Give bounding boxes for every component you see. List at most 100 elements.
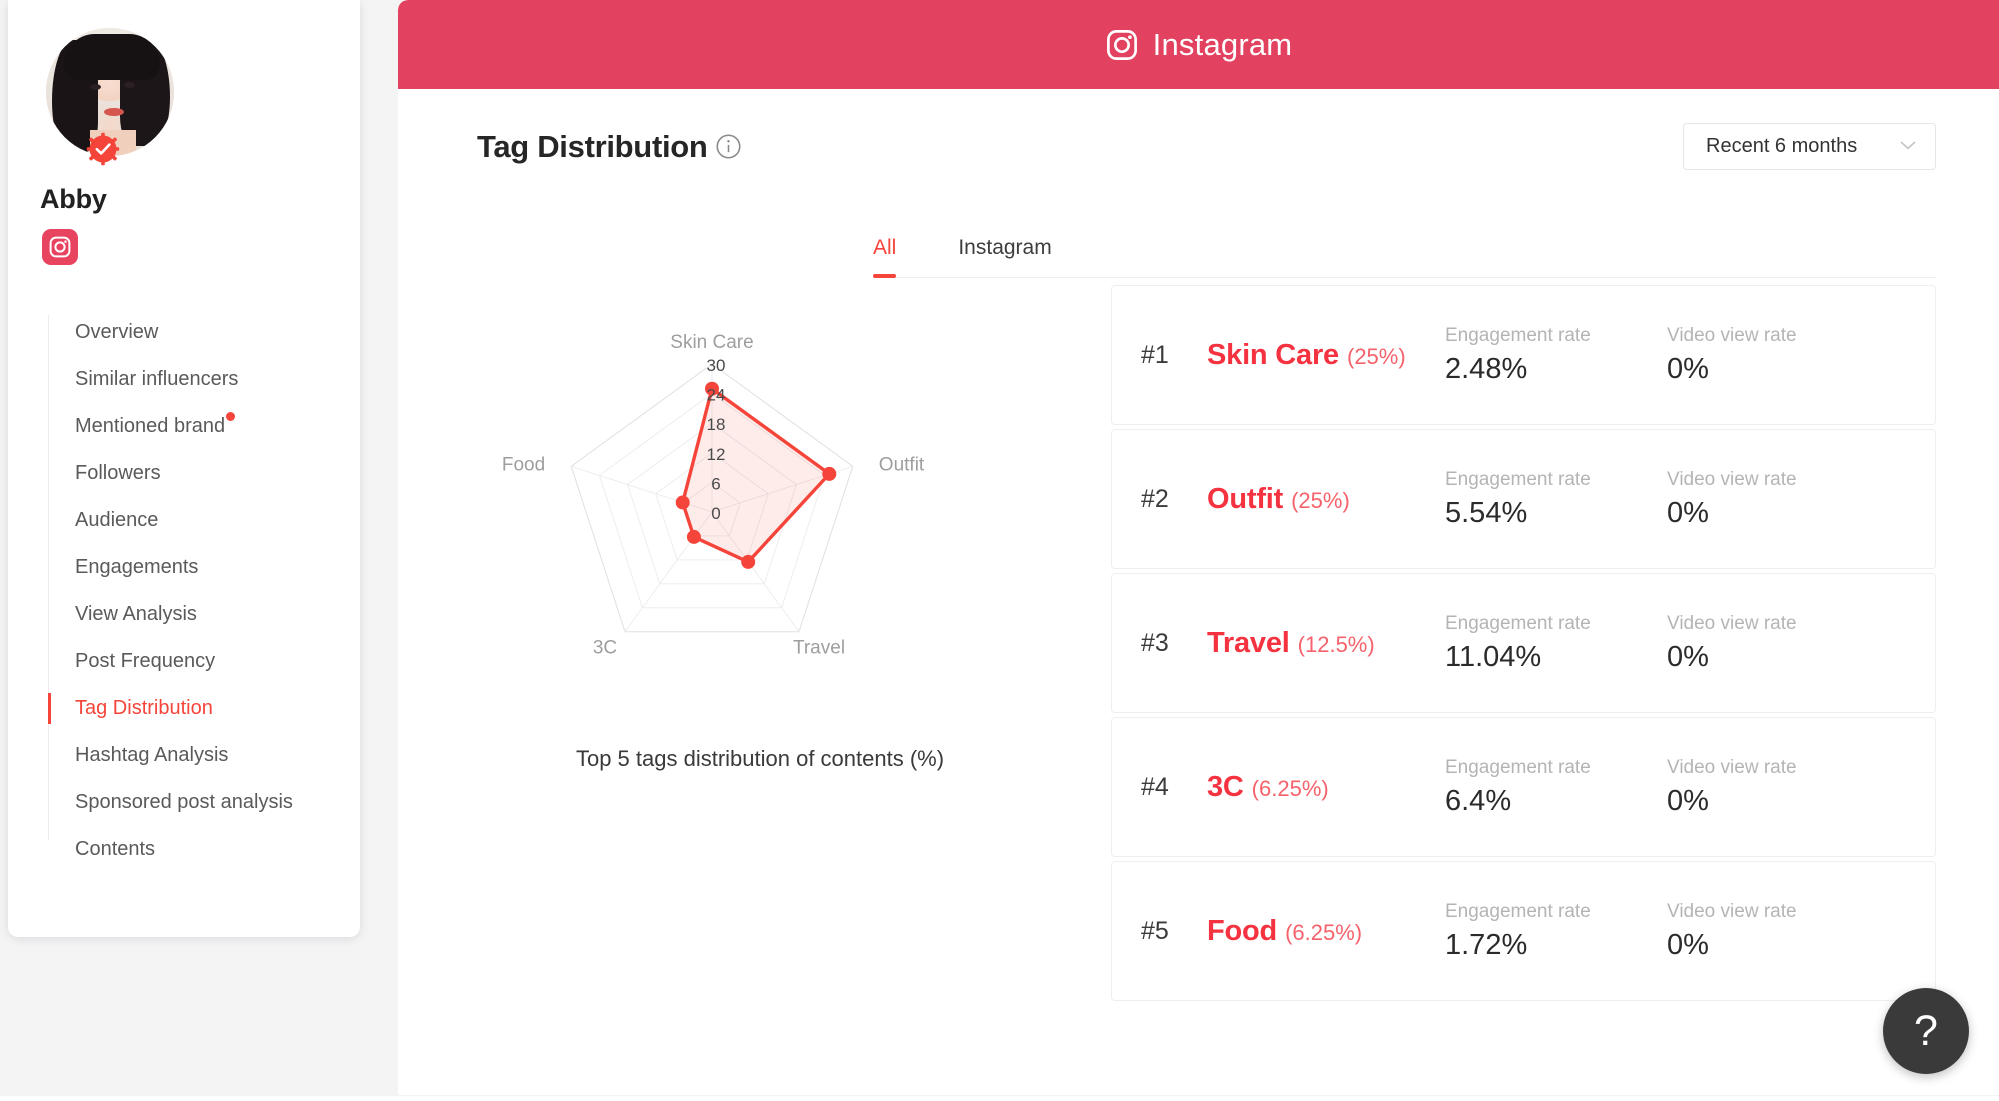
metric-value: 6.4%: [1445, 784, 1512, 817]
metric-label: Video view rate: [1667, 900, 1797, 922]
sidebar-nav: Overview Similar influencers Mentioned b…: [8, 309, 360, 873]
svg-text:24: 24: [707, 386, 726, 405]
engagement-rate-metric: Engagement rate 6.4%: [1445, 757, 1667, 818]
metric-value: 0%: [1667, 784, 1709, 817]
sidebar-item-label: Hashtag Analysis: [75, 744, 229, 766]
rank-label: #5: [1141, 916, 1169, 945]
tag-name: Skin Care: [1207, 338, 1339, 371]
tab-all[interactable]: All: [873, 236, 897, 278]
table-row[interactable]: #3 Travel (12.5%) Engagement rate 11.04%…: [1111, 573, 1936, 713]
bottom-rule: [0, 1096, 1999, 1101]
metric-label: Engagement rate: [1445, 756, 1591, 778]
metric-label: Video view rate: [1667, 612, 1797, 634]
platform-header-label: Instagram: [1152, 26, 1293, 62]
sidebar-item-sponsored-post-analysis[interactable]: Sponsored post analysis: [48, 779, 360, 826]
period-select-value: Recent 6 months: [1706, 135, 1858, 157]
tabs-wrap: All Instagram: [398, 236, 1999, 278]
tag-percent: (12.5%): [1297, 631, 1375, 657]
metric-value: 1.72%: [1445, 928, 1528, 961]
help-button[interactable]: ?: [1883, 988, 1969, 1074]
rank-label: #4: [1141, 772, 1169, 801]
tab-instagram[interactable]: Instagram: [958, 236, 1051, 277]
page-title: Tag Distribution: [477, 129, 742, 165]
sidebar-item-post-frequency[interactable]: Post Frequency: [48, 638, 360, 685]
sidebar-item-mentioned-brand[interactable]: Mentioned brand: [48, 403, 360, 450]
metric-label: Engagement rate: [1445, 324, 1591, 346]
tag-name: 3C: [1207, 770, 1244, 803]
tag-name: Food: [1207, 914, 1278, 947]
metric-value: 11.04%: [1445, 640, 1542, 673]
tabs: All Instagram: [873, 236, 1936, 278]
metric-value: 0%: [1667, 640, 1709, 673]
instagram-icon[interactable]: [42, 229, 78, 265]
sidebar-item-label: Followers: [75, 462, 161, 484]
sidebar-item-label: Similar influencers: [75, 368, 239, 390]
sidebar-item-engagements[interactable]: Engagements: [48, 544, 360, 591]
sidebar-item-followers[interactable]: Followers: [48, 450, 360, 497]
avatar-wrap: [46, 28, 174, 166]
sidebar-item-similar-influencers[interactable]: Similar influencers: [48, 356, 360, 403]
tag-percent: (6.25%): [1251, 775, 1329, 801]
svg-text:Outfit: Outfit: [879, 454, 925, 475]
sidebar-item-overview[interactable]: Overview: [48, 309, 360, 356]
tag-name-wrap: Skin Care (25%): [1207, 339, 1445, 372]
help-button-label: ?: [1914, 1006, 1938, 1055]
svg-text:Skin Care: Skin Care: [670, 332, 753, 353]
page-title-text: Tag Distribution: [477, 128, 708, 164]
table-row[interactable]: #2 Outfit (25%) Engagement rate 5.54% Vi…: [1111, 429, 1936, 569]
engagement-rate-metric: Engagement rate 1.72%: [1445, 901, 1667, 962]
period-select[interactable]: Recent 6 months: [1683, 123, 1936, 170]
svg-text:Food: Food: [502, 454, 545, 475]
metric-value: 5.54%: [1445, 496, 1528, 529]
metric-label: Video view rate: [1667, 756, 1797, 778]
sidebar-item-label: Engagements: [75, 556, 199, 578]
video-view-rate-metric: Video view rate 0%: [1667, 325, 1889, 386]
sidebar-item-label: Tag Distribution: [75, 697, 213, 719]
sidebar-item-label: Overview: [75, 321, 159, 343]
metric-value: 0%: [1667, 496, 1709, 529]
chart-caption: Top 5 tags distribution of contents (%): [575, 746, 945, 771]
title-row: Tag Distribution Recent 6 months: [398, 89, 1999, 170]
metric-label: Video view rate: [1667, 468, 1797, 490]
tag-name-wrap: 3C (6.25%): [1207, 771, 1445, 804]
tag-name-wrap: Travel (12.5%): [1207, 627, 1445, 660]
avatar-eye-left: [90, 84, 101, 90]
video-view-rate-metric: Video view rate 0%: [1667, 901, 1889, 962]
tag-name: Travel: [1207, 626, 1290, 659]
tag-percent: (25%): [1347, 343, 1406, 369]
sidebar-item-contents[interactable]: Contents: [48, 826, 360, 873]
sidebar-item-label: Mentioned brand: [75, 412, 236, 438]
rank-label: #1: [1141, 340, 1169, 369]
video-view-rate-metric: Video view rate 0%: [1667, 757, 1889, 818]
sidebar-item-label: Contents: [75, 838, 156, 860]
sidebar-item-view-analysis[interactable]: View Analysis: [48, 591, 360, 638]
sidebar-item-label: View Analysis: [75, 603, 197, 625]
video-view-rate-metric: Video view rate 0%: [1667, 469, 1889, 530]
svg-text:18: 18: [707, 415, 726, 434]
avatar-lips: [104, 108, 124, 116]
sidebar-item-hashtag-analysis[interactable]: Hashtag Analysis: [48, 732, 360, 779]
main-panel: Instagram Tag Distribution Recent 6 mont…: [398, 0, 1999, 1095]
instagram-icon: [1105, 28, 1139, 62]
tab-label: Instagram: [958, 236, 1052, 259]
rank-label: #3: [1141, 628, 1169, 657]
sidebar-item-label: Post Frequency: [75, 650, 216, 672]
table-row[interactable]: #5 Food (6.25%) Engagement rate 1.72% Vi…: [1111, 861, 1936, 1001]
info-circle-icon[interactable]: [715, 133, 742, 160]
engagement-rate-metric: Engagement rate 5.54%: [1445, 469, 1667, 530]
rank-label: #2: [1141, 484, 1169, 513]
radar-chart: 0 6 12 18 24 30 Skin Care Outfit Travel 3C Food: [440, 312, 1080, 712]
svg-text:Travel: Travel: [793, 638, 845, 659]
sidebar-item-audience[interactable]: Audience: [48, 497, 360, 544]
table-row[interactable]: #1 Skin Care (25%) Engagement rate 2.48%…: [1111, 285, 1936, 425]
table-row[interactable]: #4 3C (6.25%) Engagement rate 6.4% Video…: [1111, 717, 1936, 857]
sidebar-item-tag-distribution[interactable]: Tag Distribution: [48, 685, 360, 732]
avatar-bangs: [64, 34, 160, 80]
sidebar: Abby Overview Similar influencers Mentio…: [8, 0, 360, 937]
radar-chart-svg: 0 6 12 18 24 30 Skin Care Outfit Travel 3C Food: [502, 332, 925, 659]
tag-percent: (6.25%): [1285, 919, 1363, 945]
sidebar-item-label: Audience: [75, 509, 159, 531]
metric-value: 0%: [1667, 352, 1709, 385]
notification-dot-icon: [226, 412, 236, 421]
metric-value: 0%: [1667, 928, 1709, 961]
